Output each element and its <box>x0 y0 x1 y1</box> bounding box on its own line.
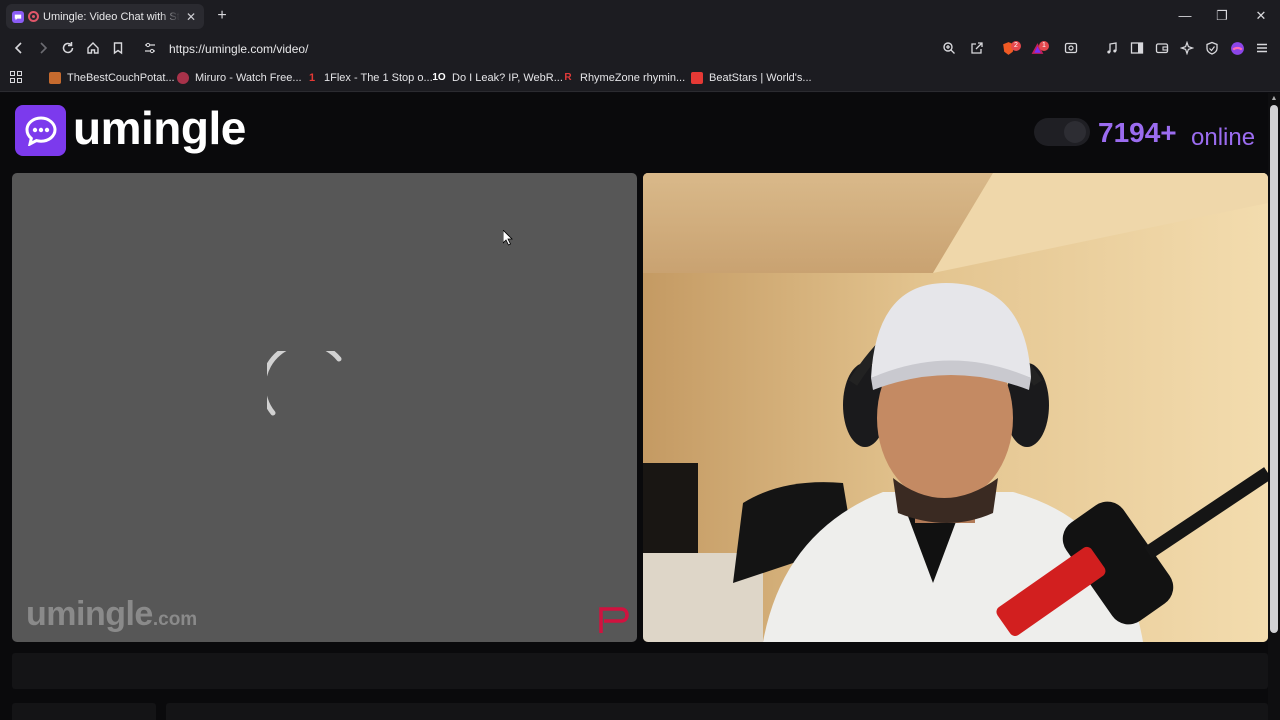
bookmark-item[interactable]: 1 1Flex - The 1 Stop o... <box>306 72 433 84</box>
bookmark-item[interactable]: 1O Do I Leak? IP, WebR... <box>432 72 563 84</box>
watermark-text: umingle <box>26 595 153 633</box>
bookmark-label: Do I Leak? IP, WebR... <box>452 72 563 84</box>
start-button-area[interactable] <box>12 703 156 720</box>
bookmark-item[interactable]: R RhymeZone rhymin... <box>562 72 685 84</box>
close-window-button[interactable]: ✕ <box>1251 8 1271 24</box>
forward-icon[interactable] <box>34 41 52 59</box>
bookmark-item[interactable]: TheBestCouchPotat... <box>49 72 175 84</box>
menu-icon[interactable] <box>1253 41 1271 59</box>
wallet-icon[interactable] <box>1153 41 1171 59</box>
site-logo-text[interactable]: umingle <box>73 101 246 155</box>
sidebar-icon[interactable] <box>1128 41 1146 59</box>
brave-shields-badge: 2 <box>1011 41 1021 51</box>
bookmark-label: Miruro - Watch Free... <box>195 72 302 84</box>
page-content: umingle 7194+ online umingle.com <box>0 93 1268 720</box>
bookmark-label: TheBestCouchPotat... <box>67 72 175 84</box>
bookmark-icon[interactable] <box>109 41 127 59</box>
bookmark-item[interactable]: Miruro - Watch Free... <box>177 72 302 84</box>
umingle-watermark: umingle.com <box>26 595 197 634</box>
mouse-cursor-icon <box>503 230 513 246</box>
bookmark-item[interactable]: BeatStars | World's... <box>691 72 812 84</box>
vpn-icon[interactable] <box>1203 41 1221 59</box>
chat-input-bar[interactable] <box>12 653 1268 689</box>
tab-close-icon[interactable]: ✕ <box>184 10 198 24</box>
loading-spinner-icon <box>267 351 342 416</box>
online-count: 7194+ <box>1098 117 1177 148</box>
bookmark-label: BeatStars | World's... <box>709 72 812 84</box>
back-icon[interactable] <box>10 41 28 59</box>
theme-toggle[interactable] <box>1034 118 1090 146</box>
leo-ai-icon[interactable] <box>1178 40 1196 59</box>
self-camera-video <box>643 173 1268 642</box>
message-area[interactable] <box>166 703 1268 720</box>
camera-feed-image <box>643 173 1268 642</box>
reload-icon[interactable] <box>59 41 77 59</box>
bookmarks-bar: TheBestCouchPotat... Miruro - Watch Free… <box>0 66 1280 92</box>
stranger-video: umingle.com <box>12 173 637 642</box>
tab-umingle[interactable]: Umingle: Video Chat with Stra ✕ <box>6 4 204 29</box>
share-icon[interactable] <box>968 41 986 59</box>
miruro-icon <box>177 72 189 84</box>
new-tab-button[interactable]: + <box>214 7 230 25</box>
report-flag-icon[interactable] <box>597 605 631 635</box>
online-label: online <box>1191 124 1256 151</box>
watermark-tld: .com <box>152 609 198 630</box>
minimize-button[interactable]: — <box>1175 8 1195 23</box>
home-icon[interactable] <box>84 41 102 59</box>
recording-icon <box>28 11 39 22</box>
screenshot-icon[interactable] <box>1062 41 1080 59</box>
navigation-bar: https://umingle.com/video/ 2 1 <box>0 33 1280 66</box>
scrollbar-thumb[interactable] <box>1270 105 1278 633</box>
tab-title: Umingle: Video Chat with Stra <box>43 10 180 23</box>
site-settings-icon[interactable] <box>141 41 159 59</box>
restore-button[interactable]: ❐ <box>1212 8 1232 24</box>
couch-icon <box>49 72 61 84</box>
media-icon[interactable] <box>1103 41 1121 59</box>
profile-icon[interactable] <box>1228 41 1246 59</box>
page-scrollbar[interactable]: ▲ <box>1268 93 1280 720</box>
10-icon: 1O <box>432 72 446 83</box>
zoom-icon[interactable] <box>940 41 958 59</box>
url-field[interactable]: https://umingle.com/video/ <box>169 42 308 56</box>
rhymezone-icon: R <box>564 72 572 83</box>
umingle-logo-icon[interactable] <box>15 105 66 156</box>
umingle-favicon-icon <box>12 10 24 23</box>
apps-grid-icon[interactable] <box>7 70 25 88</box>
beatstars-icon <box>691 72 703 84</box>
bookmark-label: RhymeZone rhymin... <box>580 72 686 84</box>
scroll-up-icon[interactable]: ▲ <box>1270 95 1278 102</box>
bookmark-label: 1Flex - The 1 Stop o... <box>324 72 433 84</box>
1flex-icon: 1 <box>308 72 316 84</box>
brave-rewards-badge: 1 <box>1039 41 1049 51</box>
tab-strip: Umingle: Video Chat with Stra ✕ + — ❐ ✕ <box>0 0 1280 33</box>
